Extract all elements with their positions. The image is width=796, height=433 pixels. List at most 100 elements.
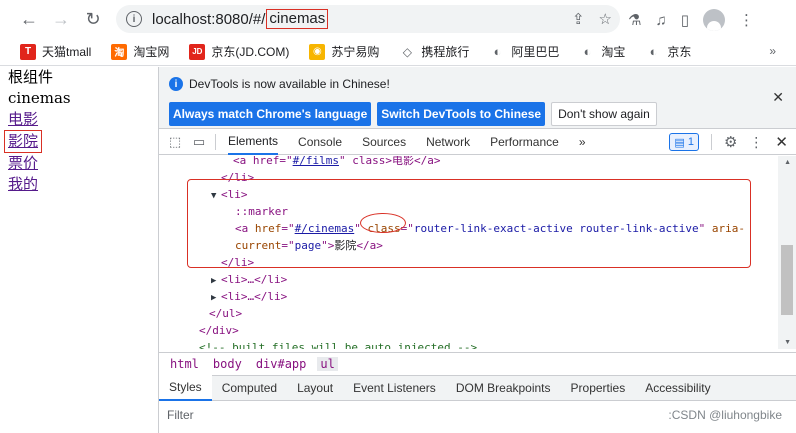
dom-node-row[interactable]: ▶ <li>…</li> — [211, 271, 287, 288]
tab-styles[interactable]: Styles — [159, 375, 212, 401]
bookmark-star-icon[interactable]: ☆ — [599, 10, 612, 28]
highlight-box — [187, 179, 751, 268]
page-viewport: 根组件 cinemas 电影 影院 票价 我的 — [0, 67, 158, 433]
dom-node-row[interactable]: <a href="#/films" class>电影</a> — [233, 156, 440, 169]
bookmark-label: 携程旅行 — [421, 45, 470, 59]
dom-href[interactable]: #/films — [293, 156, 339, 167]
root-component-text: 根组件 — [8, 68, 54, 86]
always-match-language-button[interactable]: Always match Chrome's language — [169, 102, 372, 126]
globe-icon: ◐ — [579, 43, 596, 60]
filter-input[interactable]: Filter — [167, 408, 194, 422]
site-info-icon[interactable]: i — [126, 11, 142, 27]
profile-avatar[interactable] — [702, 9, 725, 31]
breadcrumb-item[interactable]: div#app — [253, 357, 310, 371]
dont-show-again-button[interactable]: Don't show again — [551, 102, 657, 126]
tab-sources[interactable]: Sources — [362, 129, 406, 155]
dom-node-row[interactable]: ▶ <li>…</li> — [211, 288, 287, 305]
url-host: localhost:8080/#/ — [152, 10, 266, 28]
breadcrumb-item[interactable]: html — [167, 357, 202, 371]
bookmark-item[interactable]: ◇ 携程旅行 — [399, 43, 469, 60]
bookmark-item[interactable]: JD 京东(JD.COM) — [189, 43, 289, 60]
nav-link-films[interactable]: 电影 — [0, 109, 158, 130]
bookmark-label: 苏宁易购 — [331, 45, 380, 59]
tab-performance[interactable]: Performance — [490, 129, 559, 155]
taobao-icon: 淘 — [111, 43, 128, 60]
gear-icon[interactable]: ⚙ — [724, 133, 737, 151]
url-path-highlight: cinemas — [266, 9, 329, 29]
reload-icon[interactable]: ↻ — [78, 4, 108, 34]
bookmarks-bar: T 天猫tmall 淘 淘宝网 JD 京东(JD.COM) ◉ 苏宁易购 ◇ 携… — [0, 38, 796, 66]
issues-count: 1 — [687, 136, 694, 148]
scroll-down-icon[interactable]: ▼ — [784, 339, 791, 346]
tab-console[interactable]: Console — [298, 129, 342, 155]
globe-icon: ◐ — [645, 43, 662, 60]
breadcrumb-item[interactable]: ul — [317, 356, 338, 371]
styles-tabbar: Styles Computed Layout Event Listeners D… — [159, 375, 796, 401]
more-tabs-icon[interactable]: » — [579, 129, 586, 155]
tab-elements[interactable]: Elements — [228, 129, 279, 155]
tab-layout[interactable]: Layout — [287, 375, 343, 401]
dom-text: <li>…</li> — [221, 290, 288, 303]
device-toolbar-icon[interactable]: ▭ — [191, 134, 207, 150]
dom-node-row[interactable]: <!-- built files will be auto injected -… — [199, 339, 477, 349]
info-message: DevTools is now available in Chinese! — [189, 77, 390, 91]
tab-dom-breakpoints[interactable]: DOM Breakpoints — [446, 375, 561, 401]
message-icon: ▤ — [674, 136, 688, 149]
close-devtools-icon[interactable]: ✕ — [775, 133, 788, 151]
tab-event-listeners[interactable]: Event Listeners — [343, 375, 446, 401]
tab-network[interactable]: Network — [426, 129, 470, 155]
nav-link-mine[interactable]: 我的 — [0, 174, 158, 195]
extension-icon[interactable]: ⚗ — [628, 11, 641, 29]
class-attr-highlight — [360, 213, 406, 233]
menu-kebab-icon[interactable]: ⋮ — [739, 11, 754, 29]
bookmark-item[interactable]: ◐ 淘宝 — [579, 43, 625, 60]
dom-text: <li>…</li> — [221, 273, 288, 286]
scroll-up-icon[interactable]: ▲ — [784, 159, 791, 166]
kebab-menu-icon[interactable]: ⋮ — [749, 134, 763, 151]
active-link-highlight: 影院 — [4, 130, 43, 153]
bookmark-item[interactable]: ◐ 阿里巴巴 — [489, 43, 559, 60]
address-bar[interactable]: i localhost:8080/#/ cinemas ⇪ ☆ — [116, 5, 620, 33]
issues-badge[interactable]: ▤ 1 — [669, 133, 699, 151]
dom-node-row[interactable]: </ul> — [209, 305, 242, 322]
more-bookmarks-icon[interactable]: » — [769, 44, 776, 58]
tab-accessibility[interactable]: Accessibility — [635, 375, 720, 401]
media-control-icon[interactable]: ♫ — [655, 12, 666, 29]
dom-text: <a href=" — [233, 156, 293, 167]
url-text[interactable]: localhost:8080/#/ cinemas — [152, 9, 329, 29]
breadcrumb-item[interactable]: body — [210, 357, 245, 371]
bookmark-item[interactable]: 淘 淘宝网 — [111, 43, 169, 60]
bookmark-item[interactable]: T 天猫tmall — [20, 43, 91, 60]
bookmark-label: 阿里巴巴 — [511, 45, 560, 59]
side-panel-icon[interactable]: ▯ — [681, 11, 689, 29]
share-icon[interactable]: ⇪ — [572, 10, 585, 28]
tab-properties[interactable]: Properties — [561, 375, 636, 401]
back-arrow-icon[interactable]: ← — [14, 4, 44, 34]
breadcrumb: html body div#app ul — [159, 352, 796, 374]
close-icon[interactable]: ✕ — [772, 89, 784, 106]
browser-toolbar: ← → ↻ i localhost:8080/#/ cinemas ⇪ ☆ ⚗ … — [0, 0, 796, 38]
bookmark-item[interactable]: ◉ 苏宁易购 — [309, 43, 379, 60]
inspect-element-icon[interactable]: ⬚ — [167, 134, 183, 150]
ctrip-icon: ◇ — [399, 43, 416, 60]
nav-link-cinemas[interactable]: 影院 — [8, 131, 38, 152]
devtools-tabbar: ⬚ ▭ Elements Console Sources Network Per… — [159, 129, 796, 155]
switch-to-chinese-button[interactable]: Switch DevTools to Chinese — [377, 102, 546, 126]
tab-computed[interactable]: Computed — [212, 375, 287, 401]
tmall-icon: T — [20, 43, 36, 60]
elements-tree: <a href="#/films" class>电影</a> </li> ▼ <l… — [159, 156, 777, 349]
nav-link-prices[interactable]: 票价 — [0, 153, 158, 174]
devtools-infobar: i DevTools is now available in Chinese! … — [159, 67, 796, 129]
forward-arrow-icon[interactable]: → — [46, 4, 76, 34]
bookmark-label: 淘宝 — [601, 45, 626, 59]
scrollbar-thumb[interactable] — [781, 245, 793, 315]
globe-icon: ◐ — [489, 43, 506, 60]
dom-text: " class>电影</a> — [338, 156, 441, 167]
bookmark-label: 天猫tmall — [42, 45, 92, 59]
info-icon: i — [169, 77, 183, 91]
jd-icon: JD — [189, 43, 206, 60]
bookmark-item[interactable]: ◐ 京东 — [645, 43, 691, 60]
dom-node-row[interactable]: </div> — [199, 322, 239, 339]
watermark-text: :CSDN @liuhongbike — [668, 408, 782, 422]
bookmark-label: 京东 — [667, 45, 692, 59]
